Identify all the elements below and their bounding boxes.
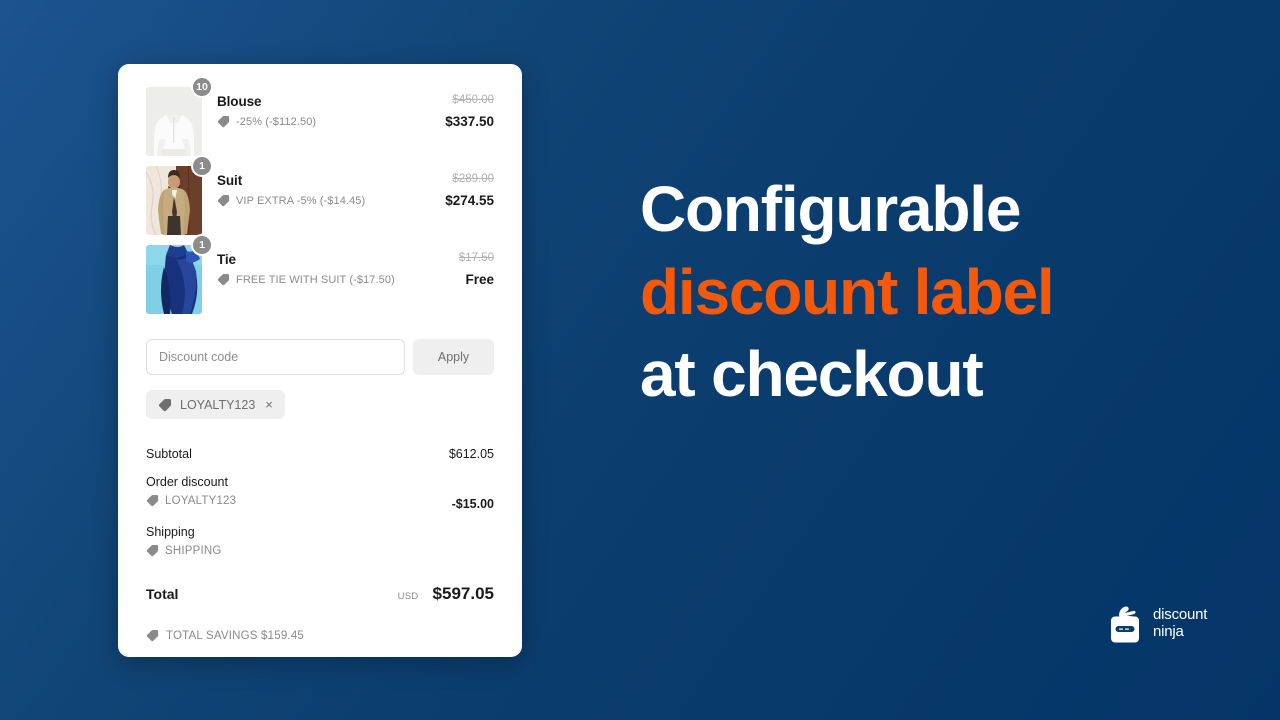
- total-label: Total: [146, 586, 179, 602]
- cart-item-details: Suit VIP EXTRA -5% (-$14.45): [202, 163, 420, 207]
- shipping-code-row: SHIPPING: [146, 544, 222, 557]
- promo-banner: 10 Blouse -25% (-$112.50) $450.00 $337.5…: [0, 0, 1280, 720]
- remove-discount-icon[interactable]: ×: [265, 398, 273, 411]
- price-original: $289.00: [452, 173, 494, 185]
- product-thumbnail-wrap: 1: [146, 155, 213, 235]
- summary-row-shipping: Shipping SHIPPING: [146, 525, 494, 557]
- tag-icon: [217, 273, 230, 286]
- tag-icon: [217, 194, 230, 207]
- summary-row-total: Total USD $597.05: [146, 584, 494, 604]
- brand-logo: discount ninja: [1110, 604, 1207, 644]
- quantity-badge: 10: [191, 76, 213, 98]
- cart-item-blouse[interactable]: 10 Blouse -25% (-$112.50) $450.00 $337.5…: [146, 76, 494, 163]
- price-final: Free: [465, 272, 494, 287]
- cart-item-discount-text: VIP EXTRA -5% (-$14.45): [236, 194, 366, 207]
- product-thumbnail-wrap: 10: [146, 76, 213, 156]
- tag-icon: [217, 115, 230, 128]
- tag-icon: [146, 544, 159, 557]
- applied-discount-chip[interactable]: LOYALTY123 ×: [146, 390, 285, 419]
- product-thumbnail-wrap: 1: [146, 234, 213, 314]
- tag-icon: [146, 629, 159, 642]
- product-image-suit: [146, 166, 202, 235]
- price-original: $450.00: [452, 94, 494, 106]
- shipping-label: Shipping: [146, 525, 195, 539]
- order-discount-value: -$15.00: [451, 497, 494, 511]
- brand-name-line-1: discount: [1153, 606, 1208, 624]
- brand-logo-text: discount ninja: [1153, 606, 1208, 641]
- cart-item-pricing: $450.00 $337.50: [420, 84, 494, 129]
- order-discount-code-row: LOYALTY123: [146, 494, 236, 507]
- product-image-blouse: [146, 87, 202, 156]
- total-value: $597.05: [432, 584, 494, 603]
- cart-item-pricing: $289.00 $274.55: [420, 163, 494, 208]
- headline: Configurable discount label at checkout: [640, 168, 1200, 416]
- cart-items-list: 10 Blouse -25% (-$112.50) $450.00 $337.5…: [146, 64, 494, 321]
- cart-item-name: Blouse: [217, 94, 262, 109]
- total-savings-row: TOTAL SAVINGS $159.45: [146, 629, 494, 642]
- price-final: $274.55: [445, 193, 494, 208]
- order-discount-label: Order discount: [146, 475, 228, 489]
- cart-item-name: Suit: [217, 173, 243, 188]
- subtotal-label: Subtotal: [146, 447, 192, 461]
- tag-icon: [146, 494, 159, 507]
- order-summary: Subtotal $612.05 Order discount LOYALTY1…: [146, 447, 494, 642]
- shipping-block: Shipping SHIPPING: [146, 525, 222, 557]
- headline-line-2: discount label: [640, 255, 1055, 328]
- cart-item-details: Blouse -25% (-$112.50): [202, 84, 420, 128]
- discount-code-input[interactable]: [146, 339, 405, 375]
- summary-row-order-discount: Order discount LOYALTY123 -$15.00: [146, 475, 494, 511]
- headline-line-1: Configurable: [640, 173, 1021, 245]
- brand-name-line-2: ninja: [1153, 623, 1184, 640]
- quantity-badge: 1: [191, 155, 213, 177]
- cart-item-discount-text: FREE TIE WITH SUIT (-$17.50): [236, 273, 395, 286]
- ninja-price-tag-icon: [1110, 604, 1144, 644]
- cart-item-name: Tie: [217, 252, 236, 267]
- cart-item-discount: FREE TIE WITH SUIT (-$17.50): [217, 273, 420, 286]
- cart-item-pricing: $17.50 Free: [420, 242, 494, 287]
- headline-line-3: at checkout: [640, 338, 984, 411]
- cart-item-discount-text: -25% (-$112.50): [236, 115, 317, 128]
- apply-discount-button[interactable]: Apply: [413, 339, 494, 375]
- summary-row-subtotal: Subtotal $612.05: [146, 447, 494, 461]
- applied-discount-code: LOYALTY123: [180, 397, 256, 412]
- order-discount-block: Order discount LOYALTY123: [146, 475, 236, 507]
- total-savings-label: TOTAL SAVINGS $159.45: [166, 629, 305, 642]
- cart-item-suit[interactable]: 1 Suit VIP EXTRA -5% (-$14.45) $289.00 $…: [146, 155, 494, 242]
- quantity-badge: 1: [191, 234, 213, 256]
- price-original: $17.50: [458, 252, 494, 264]
- subtotal-value: $612.05: [448, 447, 494, 461]
- cart-item-tie[interactable]: 1 Tie FREE TIE WITH SUIT (-$17.50) $17.5…: [146, 234, 494, 321]
- cart-item-details: Tie FREE TIE WITH SUIT (-$17.50): [202, 242, 420, 286]
- cart-item-discount: -25% (-$112.50): [217, 115, 420, 128]
- cart-item-discount: VIP EXTRA -5% (-$14.45): [217, 194, 420, 207]
- total-currency: USD: [397, 591, 419, 602]
- order-discount-code: LOYALTY123: [165, 494, 237, 507]
- tag-icon: [158, 398, 172, 412]
- product-image-tie: [146, 245, 202, 314]
- shipping-code: SHIPPING: [165, 544, 222, 557]
- price-final: $337.50: [445, 114, 494, 129]
- checkout-summary-card: 10 Blouse -25% (-$112.50) $450.00 $337.5…: [118, 64, 522, 657]
- discount-code-row: Apply: [146, 339, 494, 375]
- total-amount-group: USD $597.05: [398, 584, 494, 604]
